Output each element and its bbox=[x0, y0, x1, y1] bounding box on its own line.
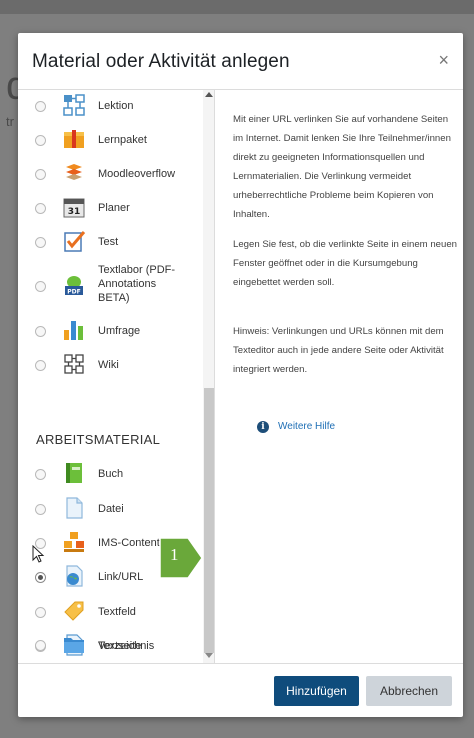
step-callout-arrow-icon bbox=[159, 537, 203, 579]
radio-button[interactable] bbox=[35, 360, 46, 371]
background-text-small: tr bbox=[6, 114, 14, 129]
folder-icon bbox=[64, 638, 84, 653]
option-verzeichnis[interactable]: Verzeichnis bbox=[18, 629, 203, 663]
option-label: IMS-Content bbox=[98, 537, 160, 549]
svg-text:PDF: PDF bbox=[67, 289, 80, 296]
wiki-icon bbox=[64, 354, 84, 374]
option-label: Lernpaket bbox=[98, 134, 147, 146]
radio-button[interactable] bbox=[35, 504, 46, 515]
close-button[interactable]: × bbox=[438, 50, 449, 71]
modal-footer: Hinzufügen Abbrechen bbox=[18, 663, 463, 717]
option-label: Planer bbox=[98, 202, 130, 214]
option-textlabor[interactable]: PDF Textlabor (PDF- Annotations BETA) bbox=[18, 259, 203, 313]
radio-button[interactable] bbox=[35, 237, 46, 248]
radio-button[interactable] bbox=[35, 326, 46, 337]
radio-button[interactable] bbox=[35, 169, 46, 180]
list-scrollbar[interactable] bbox=[203, 90, 214, 663]
option-buch[interactable]: Buch bbox=[18, 457, 203, 491]
option-label: Umfrage bbox=[98, 325, 141, 337]
section-heading-arbeitsmaterial: ARBEITSMATERIAL bbox=[36, 432, 161, 447]
option-label: Buch bbox=[98, 468, 124, 480]
radio-button[interactable] bbox=[35, 640, 46, 651]
description-pane: Mit einer URL verlinken Sie auf vorhande… bbox=[216, 90, 463, 663]
radio-button[interactable] bbox=[35, 101, 46, 112]
description-paragraph-3: Hinweis: Verlinkungen und URLs können mi… bbox=[233, 326, 444, 375]
option-wiki[interactable]: Wiki bbox=[18, 347, 203, 381]
add-button[interactable]: Hinzufügen bbox=[274, 676, 359, 706]
info-icon: i bbox=[257, 421, 269, 433]
lesson-icon bbox=[63, 94, 85, 116]
radio-button[interactable] bbox=[35, 607, 46, 618]
url-globe-icon bbox=[66, 565, 83, 587]
option-label: Textfeld bbox=[98, 606, 136, 618]
radio-button[interactable] bbox=[35, 135, 46, 146]
ims-icon bbox=[64, 532, 84, 552]
radio-button[interactable] bbox=[35, 281, 46, 292]
book-icon bbox=[66, 463, 82, 483]
option-label: Moodleoverflow bbox=[98, 168, 176, 180]
scroll-up-arrow[interactable] bbox=[205, 92, 213, 97]
modal-title: Material oder Aktivität anlegen bbox=[32, 51, 290, 72]
option-label: Lektion bbox=[98, 100, 134, 112]
activity-chooser-modal: Material oder Aktivität anlegen × Lektio… bbox=[18, 33, 463, 717]
step-callout-number: 1 bbox=[170, 545, 179, 564]
radio-button[interactable] bbox=[35, 572, 46, 583]
package-icon bbox=[64, 130, 84, 148]
top-bar bbox=[0, 0, 474, 14]
option-test[interactable]: Test bbox=[18, 225, 203, 259]
help-link[interactable]: Weitere Hilfe bbox=[278, 421, 335, 432]
description-paragraph-2: Legen Sie fest, ob die verlinkte Seite i… bbox=[233, 239, 458, 288]
option-label: Textlabor (PDF- Annotations BETA) bbox=[98, 264, 176, 304]
option-moodleoverflow[interactable]: Moodleoverflow bbox=[18, 157, 203, 191]
option-planer[interactable]: 31 Planer bbox=[18, 191, 203, 225]
description-paragraph-1: Mit einer URL verlinken Sie auf vorhande… bbox=[233, 114, 451, 220]
moodleoverflow-icon bbox=[66, 164, 82, 180]
radio-button[interactable] bbox=[35, 469, 46, 480]
label-tag-icon bbox=[64, 601, 84, 621]
option-textfeld[interactable]: Textfeld bbox=[18, 594, 203, 628]
quiz-icon bbox=[64, 231, 86, 252]
mouse-cursor-icon bbox=[32, 545, 45, 563]
option-lernpaket[interactable]: Lernpaket bbox=[18, 123, 203, 157]
option-label: Verzeichnis bbox=[98, 640, 155, 652]
option-label: Link/URL bbox=[98, 571, 144, 583]
scroll-down-arrow[interactable] bbox=[205, 653, 213, 658]
cancel-button[interactable]: Abbrechen bbox=[366, 676, 452, 706]
option-label: Wiki bbox=[98, 359, 119, 371]
option-label: Datei bbox=[98, 503, 124, 515]
file-icon bbox=[66, 497, 83, 519]
calendar-icon: 31 bbox=[63, 198, 85, 218]
option-umfrage[interactable]: Umfrage bbox=[18, 313, 203, 347]
svg-text:31: 31 bbox=[68, 207, 81, 217]
modal-header: Material oder Aktivität anlegen × bbox=[18, 33, 463, 90]
chart-icon bbox=[64, 321, 83, 340]
option-label: Test bbox=[98, 236, 119, 248]
option-lektion[interactable]: Lektion bbox=[18, 90, 203, 123]
pdf-icon: PDF bbox=[65, 276, 83, 296]
radio-button[interactable] bbox=[35, 203, 46, 214]
scroll-thumb[interactable] bbox=[204, 388, 214, 653]
option-datei[interactable]: Datei bbox=[18, 491, 203, 525]
